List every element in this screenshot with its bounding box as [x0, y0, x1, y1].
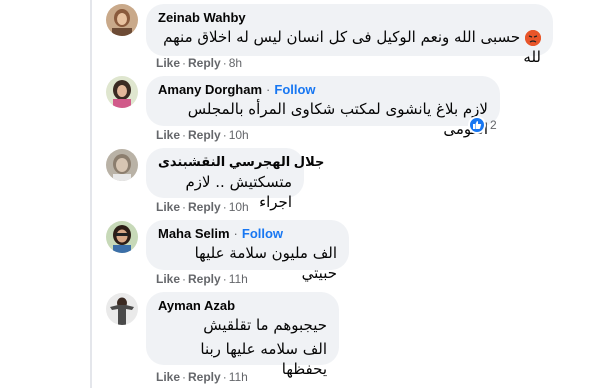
- like-link[interactable]: Like: [156, 200, 180, 214]
- follow-button[interactable]: Follow: [274, 82, 315, 97]
- reaction-count[interactable]: 2: [468, 116, 497, 134]
- reply-link[interactable]: Reply: [188, 128, 221, 142]
- avatar[interactable]: [106, 293, 138, 325]
- comment-bubble: Ayman Azab حيجبوهم ما تقلقيش الف سلامه ع…: [146, 292, 339, 378]
- comment-time[interactable]: 10h: [229, 200, 249, 214]
- like-link[interactable]: Like: [156, 370, 180, 384]
- comment-author[interactable]: Amany Dorgham · Follow: [158, 82, 488, 97]
- reply-link[interactable]: Reply: [188, 56, 221, 70]
- comment-bubble: Amany Dorgham · Follow لازم بلاغ يانشوى لم…: [146, 76, 500, 138]
- thread-line: [90, 0, 92, 388]
- comment-time[interactable]: 10h: [229, 128, 249, 142]
- like-link[interactable]: Like: [156, 56, 180, 70]
- reply-link[interactable]: Reply: [188, 370, 221, 384]
- angry-emoji-icon: [525, 29, 541, 46]
- comment-author[interactable]: Maha Selim · Follow: [158, 226, 337, 241]
- follow-button[interactable]: Follow: [242, 226, 283, 241]
- comment-author[interactable]: Zeinab Wahby: [158, 10, 541, 25]
- avatar[interactable]: [106, 4, 138, 36]
- comment-time[interactable]: 11h: [229, 272, 248, 286]
- comment-actions: Like · Reply · 10h: [156, 200, 249, 214]
- comment-actions: Like · Reply · 11h: [156, 370, 248, 384]
- reply-link[interactable]: Reply: [188, 272, 221, 286]
- comment-actions: Like · Reply · 10h: [156, 128, 249, 142]
- like-link[interactable]: Like: [156, 128, 180, 142]
- comment-time[interactable]: 8h: [229, 56, 242, 70]
- avatar[interactable]: [106, 221, 138, 253]
- comment-bubble: Maha Selim · Follow الف مليون سلامة عليها …: [146, 220, 349, 282]
- comment-author[interactable]: جلال الهجرسي النقشبندى: [158, 154, 324, 170]
- like-link[interactable]: Like: [156, 272, 180, 286]
- reply-link[interactable]: Reply: [188, 200, 221, 214]
- avatar[interactable]: [106, 149, 138, 181]
- like-reaction-icon: [468, 116, 486, 134]
- comment-author[interactable]: Ayman Azab: [158, 298, 327, 313]
- comment-time[interactable]: 11h: [229, 370, 248, 384]
- comment-bubble: جلال الهجرسي النقشبندى متسكتيش .. لازم ا…: [146, 148, 324, 211]
- avatar[interactable]: [106, 76, 138, 108]
- comment-text-line1: حيجبوهم ما تقلقيش: [203, 316, 327, 334]
- comment-bubble: Zeinab Wahby حسبى الله ونعم الوكيل فى كل…: [146, 4, 553, 66]
- comment-actions: Like · Reply · 11h: [156, 272, 248, 286]
- comment-actions: Like · Reply · 8h: [156, 56, 243, 70]
